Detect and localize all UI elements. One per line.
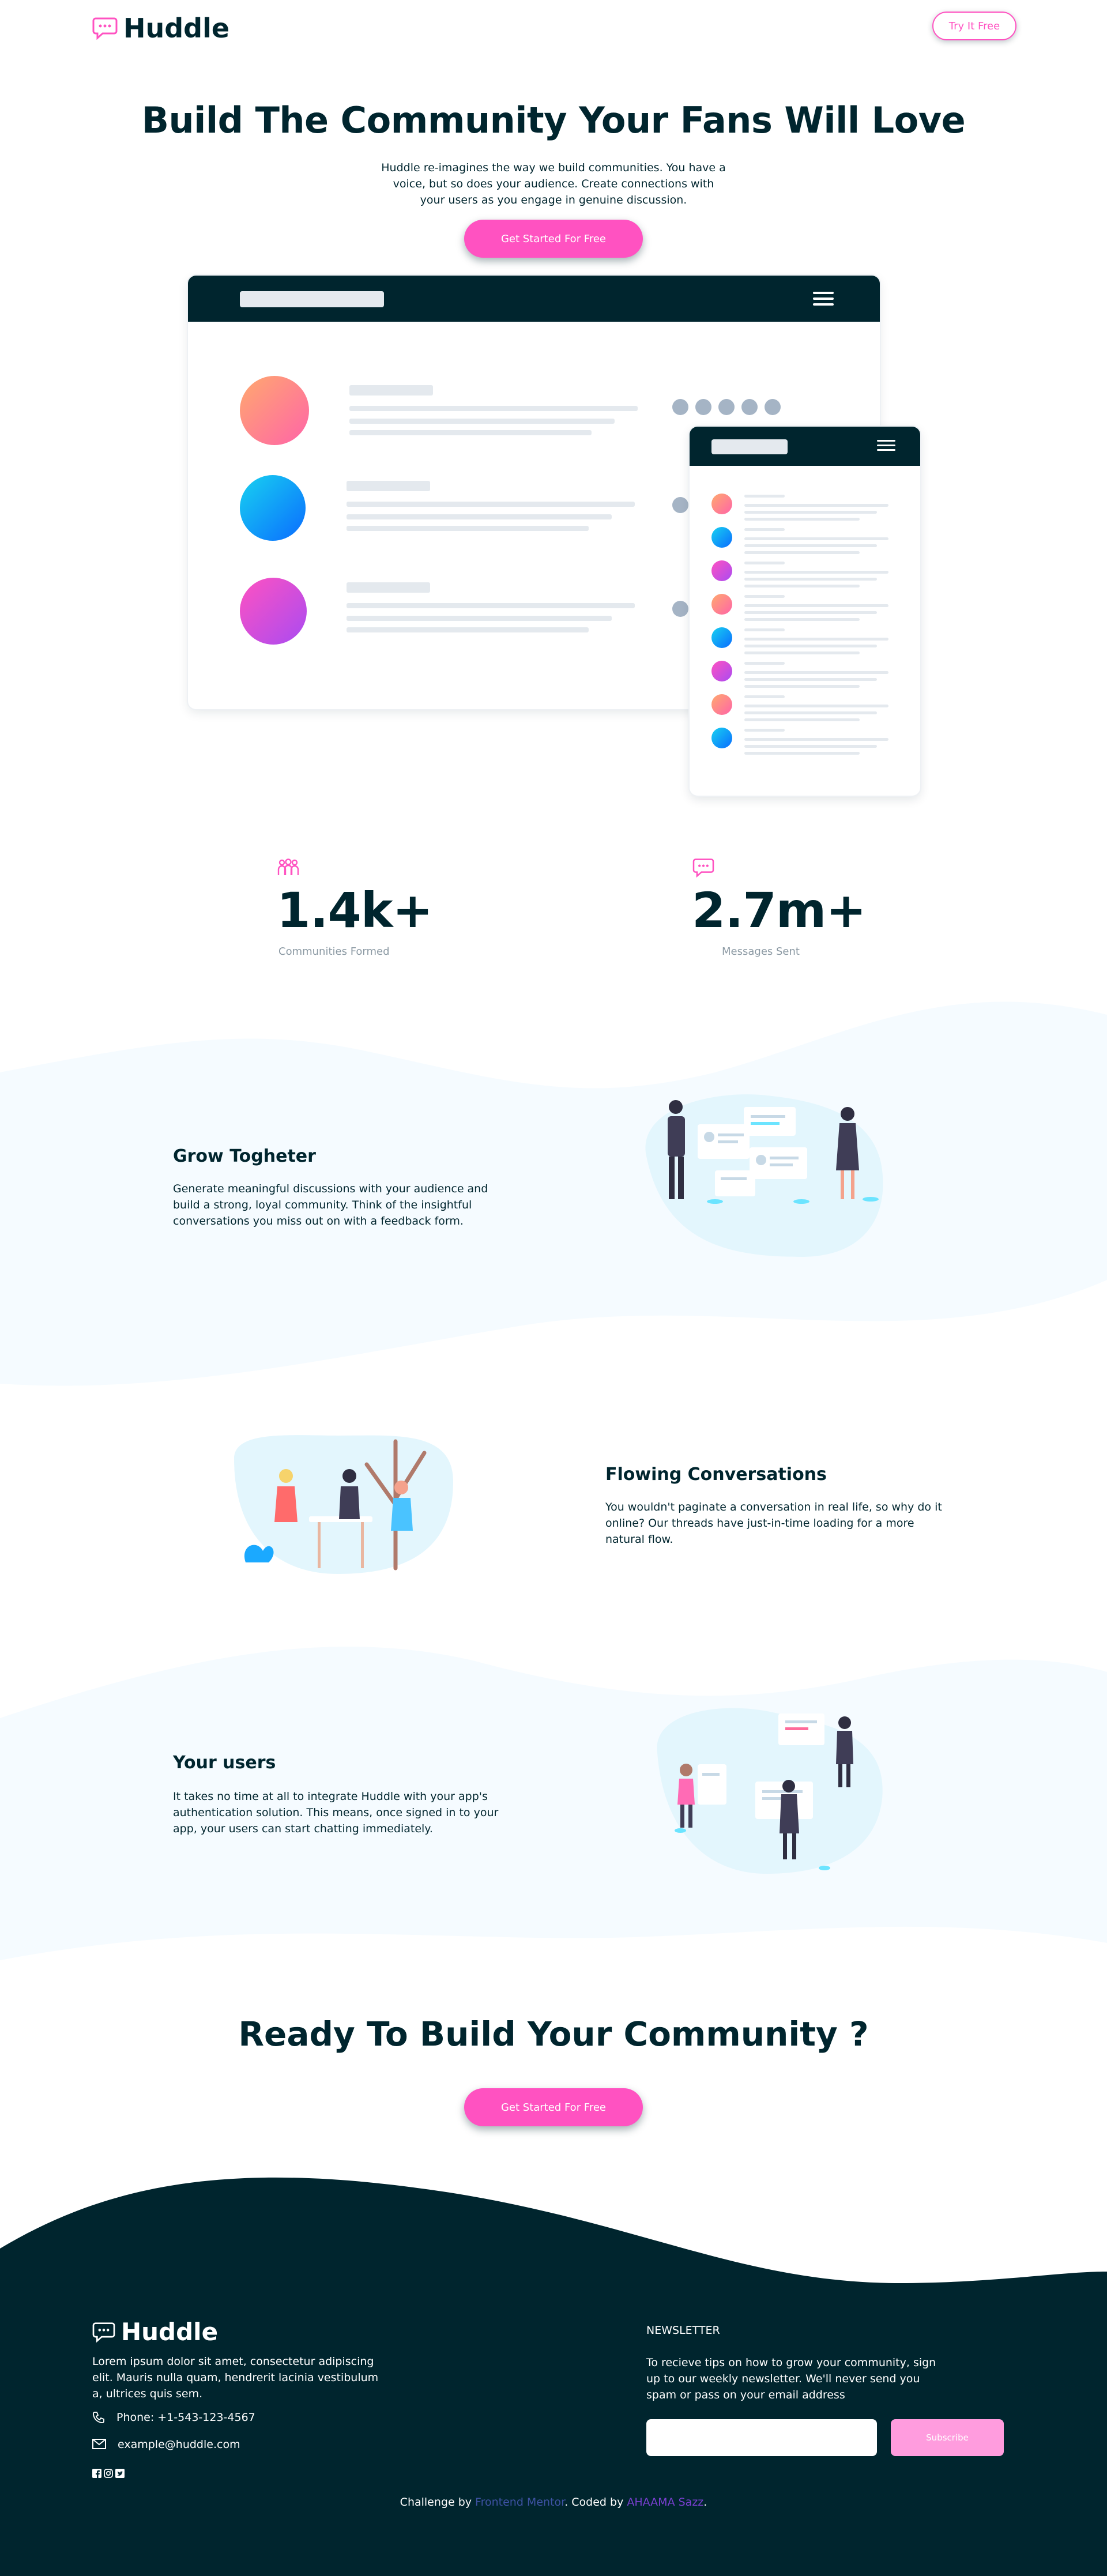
mobile-navbar	[690, 427, 920, 466]
frontend-mentor-link[interactable]: Frontend Mentor	[475, 2496, 564, 2509]
mobile-mockup	[690, 427, 920, 796]
mobile-avatar	[711, 594, 732, 615]
attribution-prefix: Challenge by	[400, 2496, 476, 2509]
attribution-mid: . Coded by	[564, 2496, 627, 2509]
stat-messages-value: 2.7m+	[692, 882, 867, 939]
newsletter-title: NEWSLETTER	[646, 2324, 720, 2337]
stat-communities-label: Communities Formed	[278, 946, 390, 958]
menu-icon	[813, 292, 834, 309]
footer-logo[interactable]: Huddle	[92, 2318, 218, 2346]
social-links	[92, 2469, 125, 2480]
mockup-navbar	[188, 276, 880, 322]
try-it-free-button[interactable]: Try It Free	[932, 12, 1016, 40]
ready-title: Ready To Build Your Community ?	[238, 2014, 869, 2054]
avatar	[240, 475, 306, 541]
newsletter-email-input[interactable]	[646, 2419, 877, 2456]
subscribe-button[interactable]: Subscribe	[891, 2419, 1004, 2456]
feature-flowing-title: Flowing Conversations	[605, 1464, 827, 1485]
hero-cta-button[interactable]: Get Started For Free	[464, 220, 643, 258]
logo-text: Huddle	[123, 13, 230, 44]
feature-users-text: It takes no time at all to integrate Hud…	[173, 1790, 499, 1835]
instagram-icon[interactable]	[104, 2469, 113, 2480]
feature-flowing-text: You wouldn't paginate a conversation in …	[605, 1501, 942, 1546]
feature-1-background	[0, 1001, 1107, 1386]
feature-grow-text: Generate meaningful discussions with you…	[173, 1182, 488, 1227]
hero-text: Huddle re-imagines the way we build comm…	[381, 161, 726, 206]
chat-bubble-icon	[92, 2322, 115, 2342]
mobile-avatar	[711, 694, 732, 715]
mobile-avatar	[711, 661, 732, 681]
author-link[interactable]: AHAAMA Sazz	[627, 2496, 703, 2509]
grow-together-illustration	[645, 1094, 883, 1257]
footer-about: Lorem ipsum dolor sit amet, consectetur …	[92, 2355, 379, 2400]
mobile-avatar	[711, 527, 732, 548]
header-logo[interactable]: Huddle	[92, 13, 229, 44]
feature-users-title: Your users	[173, 1753, 276, 1773]
ready-cta-button[interactable]: Get Started For Free	[464, 2088, 643, 2126]
chat-bubble-icon	[92, 17, 118, 40]
attribution: Challenge by Frontend Mentor. Coded by A…	[0, 2496, 1107, 2509]
phone-icon	[92, 2411, 105, 2426]
your-users-illustration	[657, 1708, 883, 1874]
footer-phone[interactable]: Phone: +1-543-123-4567	[116, 2409, 255, 2426]
avatar	[240, 578, 307, 645]
mobile-avatar	[711, 627, 732, 648]
menu-icon	[877, 440, 895, 454]
communities-icon	[277, 858, 300, 879]
flowing-conversations-illustration	[234, 1435, 453, 1574]
mobile-avatar	[711, 560, 732, 581]
newsletter-text: To recieve tips on how to grow your comm…	[646, 2356, 936, 2401]
stat-messages-label: Messages Sent	[722, 946, 800, 958]
mobile-avatar	[711, 494, 732, 514]
twitter-icon[interactable]	[115, 2469, 125, 2480]
stat-communities-value: 1.4k+	[277, 882, 433, 939]
messages-icon	[692, 858, 715, 880]
avatar	[240, 376, 309, 445]
feature-3-background	[0, 1647, 1107, 1960]
footer-email[interactable]: example@huddle.com	[118, 2436, 240, 2453]
footer-logo-text: Huddle	[121, 2318, 219, 2346]
feature-grow-title: Grow Togheter	[173, 1146, 316, 1166]
email-icon	[92, 2439, 106, 2451]
mobile-avatar	[711, 728, 732, 748]
attribution-suffix: .	[703, 2496, 707, 2509]
hero-title: Build The Community Your Fans Will Love	[141, 99, 966, 141]
facebook-icon[interactable]	[92, 2469, 101, 2480]
